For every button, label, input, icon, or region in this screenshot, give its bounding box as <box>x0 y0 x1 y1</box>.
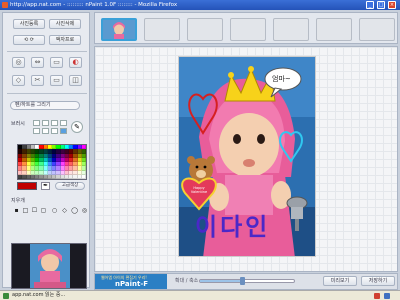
delete-photo-button[interactable]: 사진삭제 <box>49 19 81 29</box>
brush-size-5[interactable] <box>33 128 40 134</box>
app-area: 사진등록 사진삭제 ⟲ ⟳ 액자프로 ◎ ⇔ ▭ ◐ ◇ ✂ ▭ ◫ 펜/하트를… <box>0 10 400 290</box>
photo-thumb-3[interactable] <box>187 18 223 41</box>
shape-diamond-icon[interactable]: ◇ <box>61 207 68 214</box>
photo-thumb-7[interactable] <box>359 18 395 41</box>
window-title: http://app.nat.com - ::::::::: nPaint 1.… <box>10 2 178 8</box>
pen-tool-label[interactable]: 펜/하트를 그리기 <box>10 101 80 110</box>
tool-panel: 사진등록 사진삭제 ⟲ ⟳ 액자프로 ◎ ⇔ ▭ ◐ ◇ ✂ ▭ ◫ 펜/하트를… <box>2 12 90 289</box>
palette-swatch[interactable] <box>81 174 86 179</box>
brush-label: 브러시 <box>11 121 25 127</box>
undo-button[interactable]: ⟲ ⟳ <box>13 35 45 45</box>
baby-thumb-image <box>103 20 135 39</box>
advanced-color-button[interactable]: 고급색상 <box>55 182 85 190</box>
current-color-swatch[interactable] <box>17 182 37 190</box>
photo-thumb-1[interactable] <box>101 18 137 41</box>
save-button[interactable]: 저장하기 <box>361 276 395 286</box>
browser-status-bar: app.nat.com 읽는 중... <box>0 290 400 300</box>
eyedropper-icon[interactable]: ✒ <box>41 182 50 190</box>
minimize-button[interactable]: _ <box>366 1 374 9</box>
speech-bubble-text: 엄마~ <box>272 75 291 83</box>
color-palette[interactable] <box>17 144 87 180</box>
canvas-area[interactable]: 엄마~ Happy Valentine 이다인 <box>94 46 398 272</box>
brush-size-7[interactable] <box>51 128 58 134</box>
brush-size-3[interactable] <box>51 120 58 126</box>
valentine-badge-text: Happy Valentine <box>190 186 208 194</box>
photo-thumbnail-strip <box>94 12 398 44</box>
zoom-label: 확대 / 축소 <box>175 278 199 284</box>
text-icon[interactable]: ▭ <box>50 57 63 68</box>
maximize-button[interactable]: □ <box>377 1 385 9</box>
brand-banner: 웹어엠 아이의 편집기 우리! nPaint-F <box>95 274 167 289</box>
frame-button[interactable]: 액자프로 <box>49 35 81 45</box>
shape-circle-icon[interactable]: ◯ <box>71 207 78 214</box>
sticker-icon[interactable]: ◐ <box>69 57 82 68</box>
effect-icon[interactable]: ◇ <box>12 75 25 86</box>
shape-circle-small-icon[interactable]: ○ <box>51 207 58 214</box>
brush-size-4[interactable] <box>60 120 67 126</box>
window-titlebar: http://app.nat.com - ::::::::: nPaint 1.… <box>0 0 400 10</box>
shape-square-icon[interactable]: ☐ <box>31 207 38 214</box>
brush-size-6[interactable] <box>42 128 49 134</box>
bottom-bar: 웹어엠 아이의 편집기 우리! nPaint-F 확대 / 축소 미리보기 저장… <box>94 273 398 290</box>
photo-thumb-5[interactable] <box>273 18 309 41</box>
brush-size-8[interactable] <box>60 128 67 134</box>
status-text: app.nat.com 읽는 중... <box>12 292 66 298</box>
edited-photo[interactable]: 엄마~ Happy Valentine 이다인 <box>178 56 316 257</box>
addon-icon[interactable] <box>374 293 380 299</box>
brand-name: nPaint-F <box>115 280 149 288</box>
zoom-fill <box>200 280 243 282</box>
preview-thumbnail <box>11 243 87 289</box>
brush-size-2[interactable] <box>42 120 49 126</box>
name-text: 이다인 <box>195 213 271 241</box>
rotate-icon[interactable]: ◎ <box>12 57 25 68</box>
preview-button[interactable]: 미리보기 <box>323 276 357 286</box>
divider <box>7 93 87 94</box>
rotate-frame-icon[interactable]: ◫ <box>69 75 82 86</box>
shape-label: 지우개 <box>11 198 25 204</box>
resize-icon[interactable]: ▭ <box>50 75 63 86</box>
zoom-slider-handle[interactable] <box>240 277 246 285</box>
crop-icon[interactable]: ✂ <box>31 75 44 86</box>
baby-thumbnail-image <box>12 244 86 288</box>
shape-square-small-icon[interactable]: □ <box>22 207 29 214</box>
zoom-slider[interactable] <box>199 277 295 285</box>
status-done-icon <box>3 293 9 299</box>
brush-size-1[interactable] <box>33 120 40 126</box>
photo-thumb-4[interactable] <box>230 18 266 41</box>
register-photo-button[interactable]: 사진등록 <box>13 19 45 29</box>
shape-square-large-icon[interactable]: ▢ <box>40 207 47 214</box>
security-icon <box>384 293 390 299</box>
brush-shape-icon[interactable]: ✎ <box>71 121 83 133</box>
flip-icon[interactable]: ⇔ <box>31 57 44 68</box>
photo-thumb-6[interactable] <box>316 18 352 41</box>
firefox-icon <box>2 2 8 8</box>
photo-thumb-2[interactable] <box>144 18 180 41</box>
shape-dot-icon[interactable]: ▪ <box>13 207 20 214</box>
divider <box>7 51 87 52</box>
close-button[interactable]: × <box>388 1 396 9</box>
shape-ring-icon[interactable]: ◎ <box>81 207 88 214</box>
